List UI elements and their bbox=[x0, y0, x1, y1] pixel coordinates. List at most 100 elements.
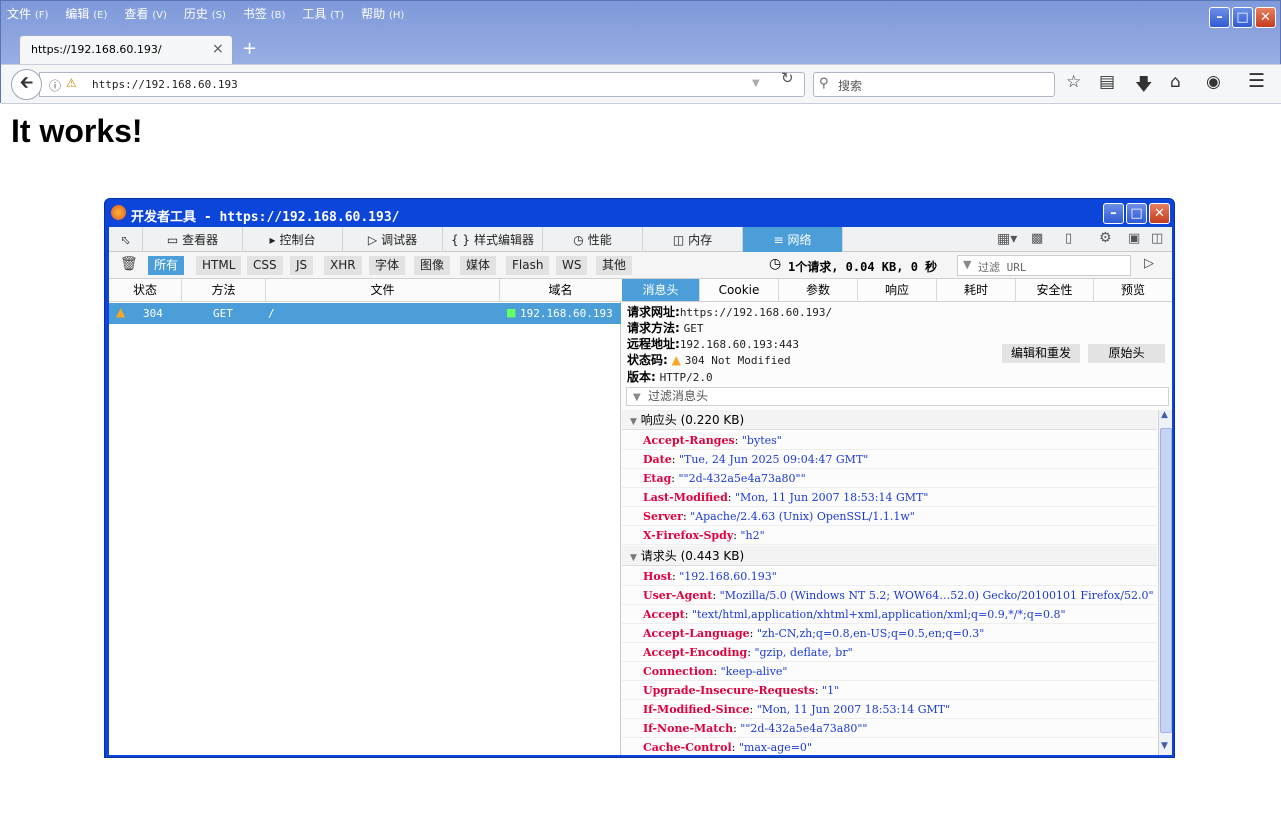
filter-js[interactable]: JS bbox=[290, 256, 314, 275]
filter-xhr[interactable]: XHR bbox=[324, 256, 362, 275]
header-row[interactable]: Accept-Encoding: "gzip, deflate, br" bbox=[622, 643, 1157, 662]
header-row[interactable]: Server: "Apache/2.4.63 (Unix) OpenSSL/1.… bbox=[622, 507, 1157, 526]
detail-tab-response[interactable]: 响应 bbox=[858, 279, 937, 302]
responsive-design-icon[interactable]: ▯ bbox=[1065, 231, 1072, 246]
menu-icon[interactable]: ☰ bbox=[1248, 70, 1265, 92]
header-row[interactable]: Etag: ""2d-432a5e4a73a80"" bbox=[622, 469, 1157, 488]
url-bar[interactable]: ⓘ ⚠ https://192.168.60.193 ▼ bbox=[39, 72, 805, 97]
filter-media[interactable]: 媒体 bbox=[460, 256, 497, 275]
bookmark-star-icon[interactable]: ☆ bbox=[1066, 72, 1081, 92]
filter-html[interactable]: HTML bbox=[196, 256, 242, 275]
url-text[interactable]: https://192.168.60.193 bbox=[92, 78, 238, 91]
new-tab-icon[interactable]: + bbox=[242, 38, 257, 59]
tab-debugger[interactable]: ▷ 调试器 bbox=[343, 227, 443, 252]
devtools-close-button[interactable]: ✕ bbox=[1149, 203, 1170, 224]
tab-network[interactable]: ≡ 网络 bbox=[743, 227, 843, 252]
detail-tab-cookie[interactable]: Cookie bbox=[700, 279, 779, 302]
dock-bottom-icon[interactable]: ▣ bbox=[1128, 231, 1140, 246]
menu-help[interactable]: 帮助 (H) bbox=[361, 5, 404, 23]
search-icon: ⚲ bbox=[819, 76, 829, 91]
raw-headers-button[interactable]: 原始头 bbox=[1088, 344, 1165, 363]
filter-other[interactable]: 其他 bbox=[596, 256, 633, 275]
info-icon[interactable]: ⓘ bbox=[49, 77, 61, 94]
filter-url-input[interactable]: ▼ 过滤 URL bbox=[957, 255, 1131, 276]
filter-css[interactable]: CSS bbox=[247, 256, 283, 275]
filter-flash[interactable]: Flash bbox=[506, 256, 550, 275]
element-picker-icon[interactable]: ⬁ bbox=[109, 227, 143, 252]
edit-resend-button[interactable]: 编辑和重发 bbox=[1002, 344, 1080, 363]
request-row[interactable]: ▲ 304 GET / ■ 192.168.60.193 bbox=[109, 303, 621, 324]
header-row[interactable]: Accept-Ranges: "bytes" bbox=[622, 431, 1157, 450]
tab-inspector[interactable]: ▭ 查看器 bbox=[143, 227, 243, 252]
detail-tab-preview[interactable]: 预览 bbox=[1094, 279, 1172, 302]
header-row[interactable]: Host: "192.168.60.193" bbox=[622, 567, 1157, 586]
filter-ws[interactable]: WS bbox=[556, 256, 588, 275]
header-row[interactable]: If-Modified-Since: "Mon, 11 Jun 2007 18:… bbox=[622, 700, 1157, 719]
headers-scrollbar[interactable]: ▲ ▼ bbox=[1158, 410, 1172, 755]
settings-gear-icon[interactable]: ⚙ bbox=[1099, 230, 1112, 246]
scroll-up-icon[interactable]: ▲ bbox=[1161, 410, 1168, 420]
dropdown-arrow-icon[interactable]: ▼ bbox=[752, 78, 760, 89]
frame-select-icon[interactable]: ▦▾ bbox=[997, 231, 1017, 247]
tab-debugger-label: 调试器 bbox=[381, 233, 418, 247]
devtools-minimize-button[interactable]: – bbox=[1103, 203, 1124, 224]
header-row[interactable]: Accept-Language: "zh-CN,zh;q=0.8,en-US;q… bbox=[622, 624, 1157, 643]
trash-icon[interactable]: 🗑 bbox=[120, 256, 138, 272]
header-row[interactable]: Accept: "text/html,application/xhtml+xml… bbox=[622, 605, 1157, 624]
scroll-thumb[interactable] bbox=[1160, 428, 1172, 733]
maximize-button[interactable]: □ bbox=[1232, 7, 1253, 28]
tab-console[interactable]: ▸ 控制台 bbox=[243, 227, 343, 252]
header-filter-input[interactable]: ▼ 过滤消息头 bbox=[626, 387, 1169, 406]
search-input[interactable]: ⚲ 搜索 bbox=[813, 72, 1055, 97]
close-tab-icon[interactable]: × bbox=[212, 41, 224, 57]
header-row[interactable]: Upgrade-Insecure-Requests: "1" bbox=[622, 681, 1157, 700]
filter-fonts[interactable]: 字体 bbox=[369, 256, 406, 275]
menu-history[interactable]: 历史 (S) bbox=[184, 5, 226, 23]
header-row[interactable]: User-Agent: "Mozilla/5.0 (Windows NT 5.2… bbox=[622, 586, 1157, 605]
response-headers-section[interactable]: ▼ 响应头 (0.220 KB) bbox=[622, 410, 1157, 430]
devtools-maximize-button[interactable]: □ bbox=[1126, 203, 1147, 224]
reload-icon[interactable]: ↻ bbox=[781, 69, 794, 87]
tab-memory[interactable]: ◫ 内存 bbox=[643, 227, 743, 252]
reading-list-icon[interactable]: ▤ bbox=[1099, 72, 1115, 92]
back-button[interactable]: 🡰 bbox=[11, 69, 42, 100]
home-icon[interactable]: ⌂ bbox=[1170, 72, 1181, 92]
header-row[interactable]: Date: "Tue, 24 Jun 2025 09:04:47 GMT" bbox=[622, 450, 1157, 469]
header-row[interactable]: Last-Modified: "Mon, 11 Jun 2007 18:53:1… bbox=[622, 488, 1157, 507]
dock-side-icon[interactable]: ◫ bbox=[1151, 231, 1163, 246]
menu-edit[interactable]: 编辑 (E) bbox=[65, 5, 107, 23]
browser-tab[interactable]: https://192.168.60.193/ × bbox=[19, 35, 233, 65]
scroll-down-icon[interactable]: ▼ bbox=[1161, 741, 1168, 751]
insecure-lock-icon[interactable]: ⚠ bbox=[66, 76, 77, 90]
detail-tab-headers[interactable]: 消息头 bbox=[622, 279, 700, 302]
column-domain[interactable]: 域名 bbox=[500, 279, 621, 302]
menu-bookmarks[interactable]: 书签 (B) bbox=[243, 5, 286, 23]
downloads-icon[interactable]: 🡇 bbox=[1135, 72, 1152, 101]
tab-performance[interactable]: ◷ 性能 bbox=[543, 227, 643, 252]
menu-tools[interactable]: 工具 (T) bbox=[302, 5, 344, 23]
menu-view[interactable]: 查看 (V) bbox=[124, 5, 167, 23]
request-headers-section[interactable]: ▼ 请求头 (0.443 KB) bbox=[622, 546, 1157, 566]
search-placeholder: 搜索 bbox=[838, 79, 863, 93]
tab-style-editor[interactable]: { } 样式编辑器 bbox=[443, 227, 543, 252]
split-console-icon[interactable]: ▩ bbox=[1031, 231, 1043, 246]
detail-tab-params[interactable]: 参数 bbox=[779, 279, 858, 302]
pocket-icon[interactable]: ◉ bbox=[1206, 72, 1221, 92]
filter-all[interactable]: 所有 bbox=[148, 256, 185, 275]
column-file[interactable]: 文件 bbox=[266, 279, 500, 302]
info-status: 状态码: ▲ 304 Not Modified bbox=[627, 351, 791, 368]
detail-tab-timings[interactable]: 耗时 bbox=[937, 279, 1016, 302]
toggle-sidebar-icon[interactable]: ▷ bbox=[1144, 256, 1154, 271]
header-row[interactable]: X-Firefox-Spdy: "h2" bbox=[622, 526, 1157, 545]
column-method[interactable]: 方法 bbox=[182, 279, 266, 302]
minimize-button[interactable]: – bbox=[1209, 7, 1230, 28]
menu-file[interactable]: 文件 (F) bbox=[7, 5, 48, 23]
column-status[interactable]: 状态 bbox=[109, 279, 182, 302]
filter-images[interactable]: 图像 bbox=[414, 256, 451, 275]
detail-tab-security[interactable]: 安全性 bbox=[1016, 279, 1094, 302]
header-row[interactable]: Cache-Control: "max-age=0" bbox=[622, 738, 1157, 755]
header-row[interactable]: If-None-Match: ""2d-432a5e4a73a80"" bbox=[622, 719, 1157, 738]
close-window-button[interactable]: ✕ bbox=[1255, 7, 1276, 28]
header-row[interactable]: Connection: "keep-alive" bbox=[622, 662, 1157, 681]
performance-analysis-icon[interactable]: ◷ bbox=[769, 256, 781, 272]
